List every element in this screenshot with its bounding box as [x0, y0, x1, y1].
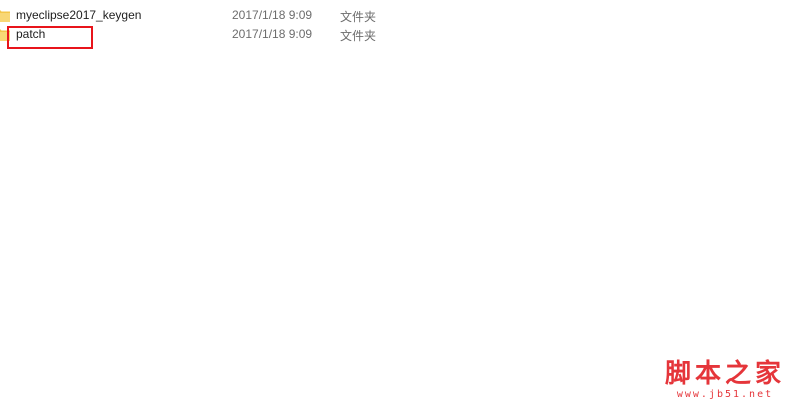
folder-icon — [0, 10, 10, 22]
file-explorer-view: myeclipse2017_keygen 2017/1/18 9:09 文件夹 … — [0, 0, 800, 413]
watermark-url: www.jb51.net — [676, 389, 774, 400]
file-type: 文件夹 — [340, 10, 377, 24]
file-name: myeclipse2017_keygen — [16, 8, 142, 22]
file-date: 2017/1/18 9:09 — [232, 8, 313, 22]
file-row-patch[interactable]: patch 2017/1/18 9:09 文件夹 — [0, 25, 800, 44]
file-date: 2017/1/18 9:09 — [232, 27, 313, 41]
watermark-title: 脚本之家 — [664, 359, 785, 389]
file-type: 文件夹 — [340, 29, 377, 43]
file-row-myeclipse2017-keygen[interactable]: myeclipse2017_keygen 2017/1/18 9:09 文件夹 — [0, 6, 800, 25]
site-watermark: 脚本之家 www.jb51.net — [660, 359, 790, 401]
file-list: myeclipse2017_keygen 2017/1/18 9:09 文件夹 … — [0, 6, 800, 44]
highlight-annotation-box — [7, 26, 93, 49]
